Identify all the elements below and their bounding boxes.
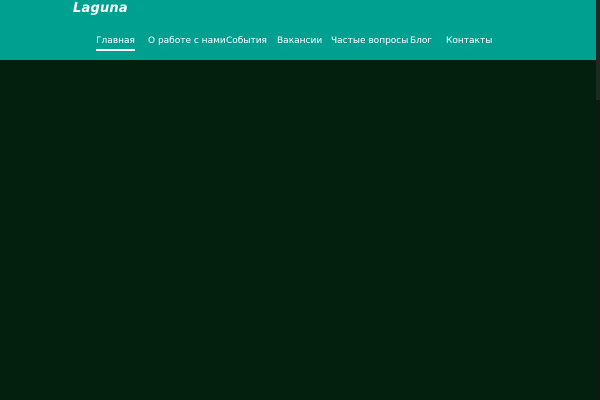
nav-item-faq[interactable]: Частые вопросы xyxy=(331,34,408,54)
main-navigation: Главная О работе с нами События Вакансии… xyxy=(0,34,600,54)
vertical-scrollbar[interactable] xyxy=(596,0,600,400)
nav-item-label: Частые вопросы xyxy=(331,36,409,46)
site-header: Laguna Главная О работе с нами События В… xyxy=(0,0,600,60)
nav-item-home[interactable]: Главная xyxy=(96,34,135,54)
nav-item-label: События xyxy=(226,36,267,46)
nav-item-label: Контакты xyxy=(446,36,493,46)
nav-item-blog[interactable]: Блог xyxy=(410,34,432,54)
nav-item-label: О работе с нами xyxy=(148,36,226,46)
nav-item-contacts[interactable]: Контакты xyxy=(446,34,492,54)
scrollbar-thumb[interactable] xyxy=(596,0,600,100)
page: Laguna Главная О работе с нами События В… xyxy=(0,0,600,400)
nav-item-about-work[interactable]: О работе с нами xyxy=(148,34,226,54)
active-indicator xyxy=(96,49,135,51)
site-logo[interactable]: Laguna xyxy=(73,1,128,16)
nav-item-label: Вакансии xyxy=(277,36,323,46)
nav-item-vacancies[interactable]: Вакансии xyxy=(277,34,322,54)
nav-item-label: Главная xyxy=(96,36,135,46)
main-content-area xyxy=(0,60,596,400)
nav-item-label: Блог xyxy=(410,36,433,46)
nav-item-events[interactable]: События xyxy=(226,34,267,54)
